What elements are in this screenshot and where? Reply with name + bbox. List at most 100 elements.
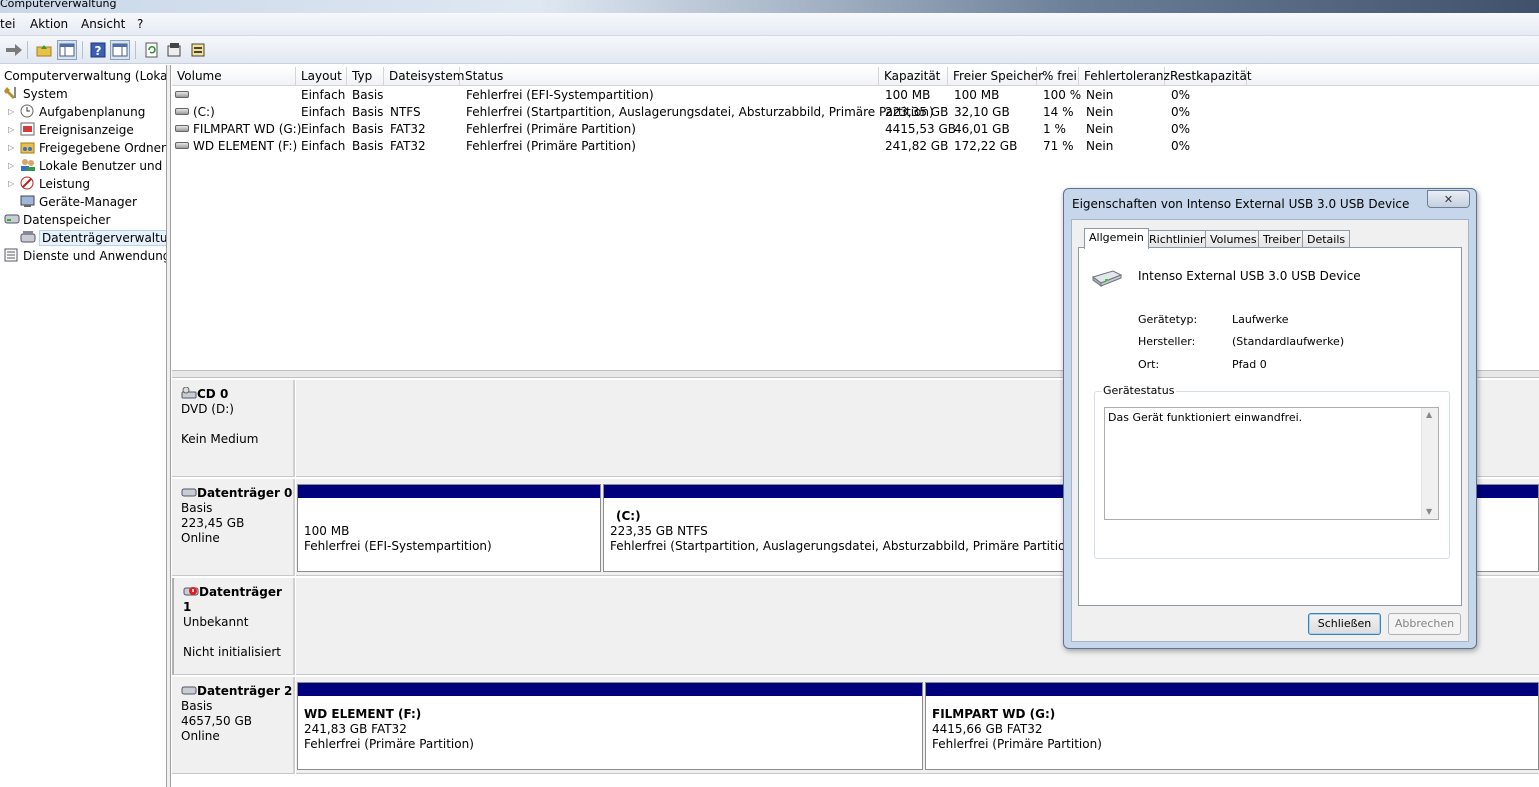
- tree-item-leistung[interactable]: ▷ Leistung: [8, 175, 90, 193]
- col-volume[interactable]: Volume: [172, 67, 296, 86]
- tree-item-datenspeicher[interactable]: Datenspeicher: [4, 211, 110, 229]
- partition-size: 223,35 GB NTFS: [610, 524, 708, 538]
- partition-bar: [298, 683, 922, 696]
- menu-datei[interactable]: tei: [0, 17, 15, 31]
- expand-arrow-icon[interactable]: ▷: [8, 157, 14, 175]
- disk-management-icon: [20, 230, 36, 244]
- volume-name-text: (C:): [193, 105, 215, 119]
- dialog-title: Eigenschaften von Intenso External USB 3…: [1072, 197, 1410, 211]
- expand-arrow-icon[interactable]: ▷: [8, 103, 14, 121]
- tree-item-root[interactable]: Computerverwaltung (Lokal): [4, 67, 167, 85]
- volume-status: Fehlerfrei (Primäre Partition): [466, 139, 636, 153]
- col-restkapazitaet[interactable]: Restkapazität: [1165, 67, 1252, 86]
- col-typ[interactable]: Typ: [347, 67, 384, 86]
- field-label-ort: Ort:: [1138, 358, 1160, 371]
- partition-efi[interactable]: 100 MB Fehlerfrei (EFI-Systempartition): [297, 484, 601, 572]
- partition-name: WD ELEMENT (F:): [304, 707, 421, 722]
- tree-item-ereignisanzeige[interactable]: ▷ Ereignisanzeige: [8, 121, 134, 139]
- tree-dienste-label: Dienste und Anwendungen: [23, 249, 166, 263]
- disk-label-cd0[interactable]: CD 0 DVD (D:) Kein Medium: [172, 380, 295, 477]
- scroll-down-icon[interactable]: ▼: [1426, 507, 1432, 516]
- volume-row[interactable]: FILMPART WD (G:) Einfach Basis FAT32 Feh…: [172, 121, 1539, 138]
- tree-item-system[interactable]: System: [4, 85, 68, 103]
- scroll-up-icon[interactable]: ▲: [1426, 410, 1432, 419]
- menu-aktion[interactable]: Aktion: [30, 17, 68, 31]
- tab-details[interactable]: Details: [1302, 230, 1351, 248]
- help-button[interactable]: ?: [88, 40, 108, 60]
- properties-icon: [167, 43, 181, 57]
- tree-item-freigegebene-ordner[interactable]: ▷ Freigegebene Ordner: [8, 139, 166, 157]
- expand-arrow-icon[interactable]: ▷: [8, 121, 14, 139]
- volume-fehlertoleranz: Nein: [1086, 122, 1114, 136]
- close-button[interactable]: Schließen: [1308, 613, 1381, 635]
- volume-fehlertoleranz: Nein: [1086, 139, 1114, 153]
- tree-system-label: System: [23, 87, 68, 101]
- disk-state: Online: [181, 531, 220, 545]
- disk-label-1[interactable]: Datenträger 1 Unbekannt Nicht initialisi…: [172, 578, 295, 675]
- volume-row[interactable]: WD ELEMENT (F:) Einfach Basis FAT32 Fehl…: [172, 138, 1539, 155]
- volume-frei: 32,10 GB: [954, 105, 1010, 119]
- settings-button[interactable]: [188, 40, 208, 60]
- volume-typ: Basis: [352, 88, 384, 102]
- volume-list-header: Volume Layout Typ Dateisystem Status Kap…: [172, 67, 1539, 86]
- expand-arrow-icon[interactable]: ▷: [8, 175, 14, 193]
- volume-row[interactable]: (C:) Einfach Basis NTFS Fehlerfrei (Star…: [172, 104, 1539, 121]
- col-status[interactable]: Status: [460, 67, 879, 86]
- col-layout[interactable]: Layout: [296, 67, 347, 86]
- cancel-button[interactable]: Abbrechen: [1388, 613, 1461, 635]
- disk-label-2[interactable]: Datenträger 2 Basis 4657,50 GB Online: [172, 677, 295, 774]
- volume-fehlertoleranz: Nein: [1086, 105, 1114, 119]
- field-value-ort: Pfad 0: [1232, 358, 1267, 371]
- tree-item-datentraegerverwaltung[interactable]: Datenträgerverwaltung: [20, 229, 166, 247]
- users-icon: [20, 158, 36, 172]
- tree-freigabe-label: Freigegebene Ordner: [39, 141, 166, 155]
- up-folder-button[interactable]: [34, 40, 54, 60]
- refresh-button[interactable]: [142, 40, 162, 60]
- dialog-close-button[interactable]: ✕: [1427, 190, 1470, 208]
- col-kapazitaet[interactable]: Kapazität: [879, 67, 948, 86]
- partition-g[interactable]: FILMPART WD (G:) 4415,66 GB FAT32 Fehler…: [925, 682, 1539, 770]
- field-value-geraetetyp: Laufwerke: [1232, 313, 1289, 326]
- device-manager-icon: [20, 194, 36, 208]
- volume-status: Fehlerfrei (EFI-Systempartition): [466, 88, 654, 102]
- device-status-textbox[interactable]: Das Gerät funktioniert einwandfrei. ▲ ▼: [1104, 407, 1439, 520]
- tab-volumes[interactable]: Volumes: [1205, 230, 1262, 248]
- partition-status: Fehlerfrei (Startpartition, Auslagerungs…: [610, 539, 1078, 553]
- menu-ansicht[interactable]: Ansicht: [81, 17, 125, 31]
- col-prozent-frei[interactable]: % frei: [1037, 67, 1079, 86]
- partition-bar: [926, 683, 1538, 696]
- partition-f[interactable]: WD ELEMENT (F:) 241,83 GB FAT32 Fehlerfr…: [297, 682, 923, 770]
- disk-strip-2: WD ELEMENT (F:) 241,83 GB FAT32 Fehlerfr…: [296, 677, 1539, 774]
- tree-root-label: Computerverwaltung (Lokal): [4, 69, 167, 83]
- col-fehlertoleranz[interactable]: Fehlertoleranz: [1079, 67, 1170, 86]
- volume-row[interactable]: Einfach Basis Fehlerfrei (EFI-Systempart…: [172, 87, 1539, 104]
- volume-name: WD ELEMENT (F:): [175, 138, 297, 155]
- tab-richtlinien[interactable]: Richtlinien: [1144, 230, 1212, 248]
- tree-datentraeger-label: Datenträgerverwaltung: [39, 230, 166, 246]
- show-pane-button[interactable]: [110, 40, 130, 60]
- properties-button[interactable]: [164, 40, 184, 60]
- close-icon: ✕: [1443, 192, 1454, 206]
- volume-name-text: FILMPART WD (G:): [193, 122, 302, 136]
- tree-item-dienste[interactable]: Dienste und Anwendungen: [4, 247, 166, 265]
- volume-prozent: 71 %: [1043, 139, 1074, 153]
- tree-item-geraete-manager[interactable]: Geräte-Manager: [20, 193, 137, 211]
- tree-item-lokale-benutzer[interactable]: ▷ Lokale Benutzer und Gru: [8, 157, 166, 175]
- status-scrollbar[interactable]: ▲ ▼: [1421, 408, 1438, 519]
- volume-frei: 100 MB: [954, 88, 1000, 102]
- menu-help[interactable]: ?: [137, 17, 143, 31]
- tab-allgemein[interactable]: Allgemein: [1084, 228, 1149, 249]
- console-tree-button[interactable]: [57, 40, 77, 60]
- forward-button[interactable]: [4, 40, 24, 60]
- disk-label-0[interactable]: Datenträger 0 Basis 223,45 GB Online: [172, 479, 295, 576]
- tree-item-aufgabenplanung[interactable]: ▷ Aufgabenplanung: [8, 103, 145, 121]
- pane-splitter[interactable]: [167, 65, 171, 787]
- volume-prozent: 1 %: [1043, 122, 1066, 136]
- tab-treiber[interactable]: Treiber: [1258, 230, 1306, 248]
- expand-arrow-icon[interactable]: ▷: [8, 139, 14, 157]
- col-freier-speicher[interactable]: Freier Speicher: [948, 67, 1043, 86]
- partition-bar: [298, 485, 600, 498]
- col-dateisystem[interactable]: Dateisystem: [384, 67, 464, 86]
- tree-geraete-label: Geräte-Manager: [39, 195, 137, 209]
- partition-status: Fehlerfrei (Primäre Partition): [932, 737, 1102, 751]
